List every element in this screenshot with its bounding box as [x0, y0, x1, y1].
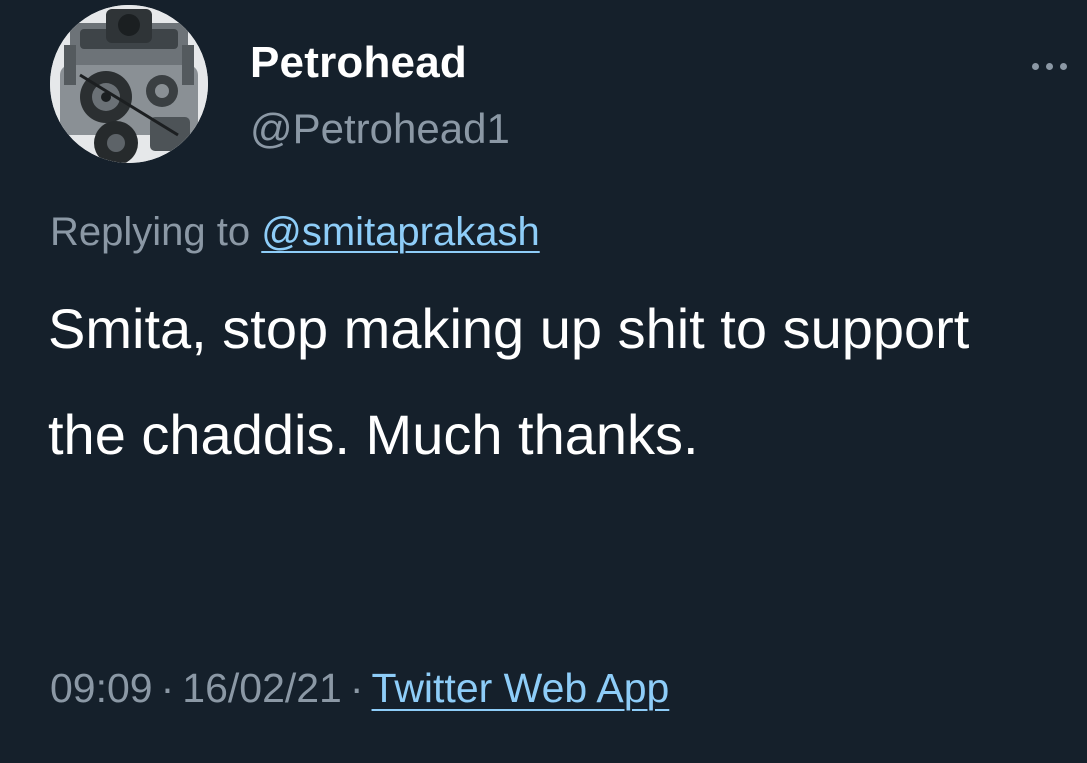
engine-avatar-image — [50, 5, 208, 163]
reply-mention-link[interactable]: @smitaprakash — [261, 210, 539, 254]
more-options-button[interactable] — [1024, 52, 1076, 82]
tweet-source-link[interactable]: Twitter Web App — [372, 665, 670, 711]
author-avatar[interactable] — [50, 5, 208, 163]
tweet-card: Petrohead @Petrohead1 Replying to @smita… — [0, 0, 1087, 763]
replying-to-label: Replying to — [50, 210, 251, 254]
tweet-time[interactable]: 09:09 — [50, 665, 153, 711]
tweet-metadata: 09:09 · 16/02/21 · Twitter Web App — [50, 665, 669, 712]
author-display-name[interactable]: Petrohead — [250, 38, 467, 88]
tweet-text: Smita, stop making up shit to support th… — [48, 297, 970, 466]
author-handle[interactable]: @Petrohead1 — [250, 105, 510, 153]
replying-to-line: Replying to @smitaprakash — [50, 210, 540, 255]
meta-separator: · — [160, 665, 175, 711]
tweet-date[interactable]: 16/02/21 — [182, 665, 342, 711]
meta-separator: · — [349, 665, 364, 711]
